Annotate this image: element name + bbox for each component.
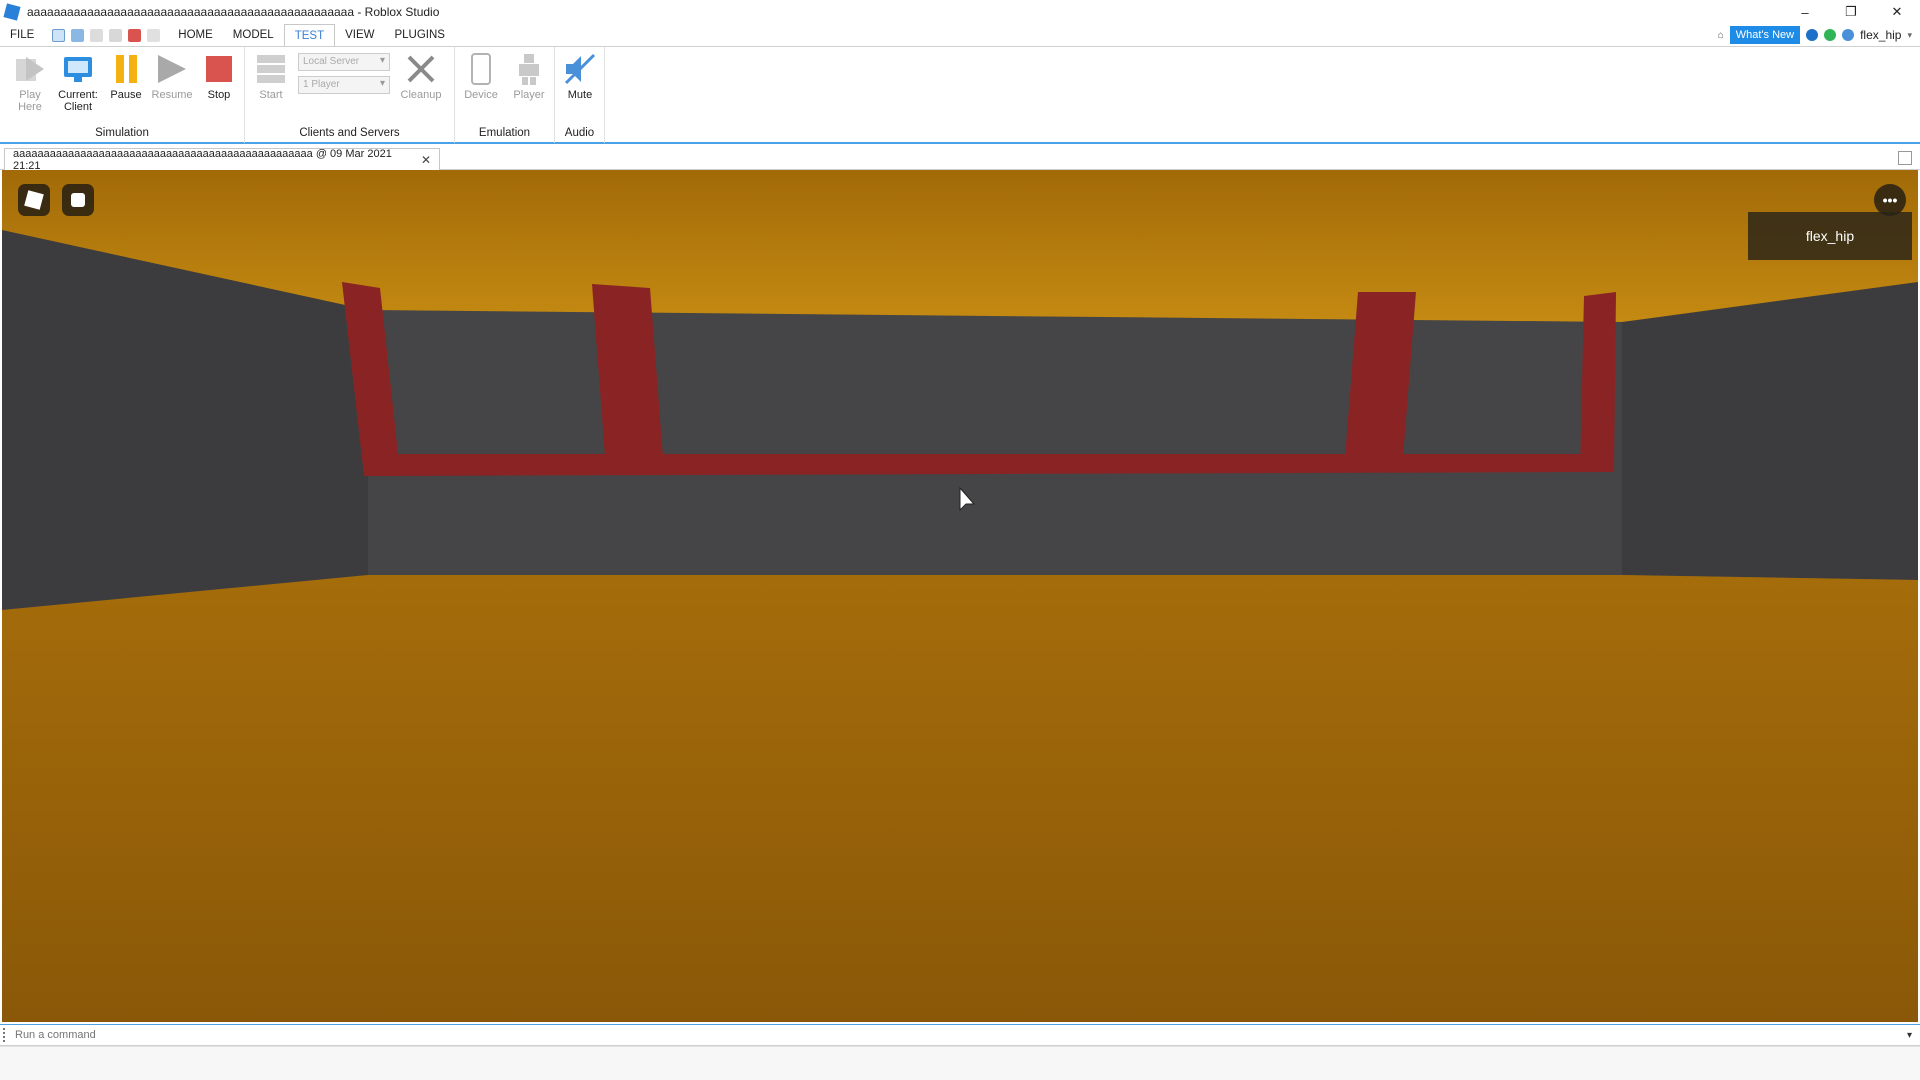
- menu-model[interactable]: MODEL: [223, 24, 284, 46]
- cleanup-label: Cleanup: [400, 89, 442, 101]
- mute-button[interactable]: Mute: [558, 51, 602, 101]
- clients-servers-group: Start Local Server 1 Player Cleanup Clie…: [245, 47, 455, 143]
- binoculars-icon[interactable]: [71, 28, 85, 42]
- menu-right-area: ⌂ What's New flex_hip ▾: [1718, 24, 1920, 46]
- undo-icon[interactable]: [147, 28, 161, 42]
- stop-small-icon[interactable]: [128, 28, 142, 42]
- status-icon[interactable]: [1824, 29, 1837, 41]
- right-wall: [1622, 282, 1918, 580]
- stop-label: Stop: [207, 89, 231, 101]
- username[interactable]: flex_hip: [1860, 28, 1901, 42]
- new-file-icon[interactable]: [52, 28, 66, 42]
- device-button[interactable]: Device: [459, 51, 503, 101]
- player-label: Player: [513, 89, 545, 101]
- ribbon: Play Here Current: Client Pause Resume S…: [0, 46, 1920, 144]
- close-tab-icon[interactable]: ✕: [421, 153, 431, 167]
- document-tab-label: aaaaaaaaaaaaaaaaaaaaaaaaaaaaaaaaaaaaaaaa…: [13, 147, 392, 172]
- window-title: aaaaaaaaaaaaaaaaaaaaaaaaaaaaaaaaaaaaaaaa…: [27, 5, 440, 19]
- pause-icon: [108, 51, 144, 87]
- menu-file[interactable]: FILE: [0, 24, 44, 46]
- current-client-label: Current:: [58, 89, 98, 101]
- audio-group-label: Audio: [564, 127, 595, 139]
- minimize-button[interactable]: –: [1782, 0, 1828, 24]
- player-icon: [511, 51, 547, 87]
- clients-servers-group-label: Clients and Servers: [299, 127, 400, 139]
- players-select[interactable]: 1 Player: [298, 76, 390, 94]
- quick-access-toolbar: [44, 28, 168, 42]
- chevron-down-icon[interactable]: ▾: [1907, 1030, 1912, 1041]
- maximize-button[interactable]: ❐: [1828, 0, 1874, 24]
- stop-button[interactable]: Stop: [197, 51, 241, 101]
- roblox-menu-icon[interactable]: [18, 184, 50, 216]
- pause-button[interactable]: Pause: [104, 51, 148, 101]
- mute-label: Mute: [567, 89, 593, 101]
- status-bar: [0, 1046, 1920, 1080]
- roblox-studio-logo-icon: [3, 3, 21, 21]
- play-here-icon: [12, 51, 48, 87]
- window-controls: – ❐ ✕: [1782, 0, 1920, 24]
- server-icon: [253, 51, 289, 87]
- start-button[interactable]: Start: [249, 51, 293, 101]
- simulation-group: Play Here Current: Client Pause Resume S…: [0, 47, 245, 143]
- emulation-group-label: Emulation: [478, 127, 531, 139]
- audio-group: Mute Audio: [555, 47, 605, 143]
- current-client-label-2: Client: [63, 101, 93, 113]
- collapse-ribbon-icon[interactable]: ⌂: [1718, 30, 1724, 41]
- back-wall: [368, 310, 1622, 575]
- help-icon[interactable]: [1806, 29, 1819, 41]
- title-bar: aaaaaaaaaaaaaaaaaaaaaaaaaaaaaaaaaaaaaaaa…: [0, 0, 1920, 24]
- server-select[interactable]: Local Server: [298, 53, 390, 71]
- game-viewport[interactable]: ••• flex_hip: [2, 170, 1918, 1022]
- close-window-button[interactable]: ✕: [1874, 0, 1920, 24]
- brick-pillar: [1580, 292, 1616, 472]
- floor: [2, 575, 1918, 1022]
- resume-icon: [154, 51, 190, 87]
- menu-test[interactable]: TEST: [283, 24, 336, 47]
- play-here-button[interactable]: Play Here: [8, 51, 52, 113]
- dock-restore-icon[interactable]: [1898, 151, 1912, 165]
- grip-handle-icon[interactable]: [3, 1028, 9, 1042]
- command-input[interactable]: [15, 1029, 1895, 1041]
- chat-icon[interactable]: [62, 184, 94, 216]
- resume-label: Resume: [151, 89, 193, 101]
- play-here-label: Play: [19, 89, 41, 101]
- document-tab[interactable]: aaaaaaaaaaaaaaaaaaaaaaaaaaaaaaaaaaaaaaaa…: [4, 147, 440, 172]
- whats-new-button[interactable]: What's New: [1729, 26, 1801, 44]
- pause-label: Pause: [110, 89, 142, 101]
- redo-icon[interactable]: [90, 28, 104, 42]
- monitor-icon: [60, 51, 96, 87]
- menu-bar: FILE HOME MODEL TEST VIEW PLUGINS ⌂ What…: [0, 24, 1920, 47]
- x-icon: [403, 51, 439, 87]
- chevron-down-icon[interactable]: ▾: [1907, 30, 1912, 41]
- device-icon: [463, 51, 499, 87]
- resume-button[interactable]: Resume: [150, 51, 194, 101]
- device-label: Device: [464, 89, 498, 101]
- play-here-label-2: Here: [18, 101, 42, 113]
- command-bar: ▾: [0, 1024, 1920, 1046]
- menu-view[interactable]: VIEW: [335, 24, 384, 46]
- scene-render: [2, 170, 1918, 1022]
- cleanup-button[interactable]: Cleanup: [399, 51, 443, 101]
- player-button[interactable]: Player: [507, 51, 551, 101]
- simulation-group-label: Simulation: [95, 127, 149, 139]
- speaker-muted-icon: [562, 51, 598, 87]
- menu-home[interactable]: HOME: [168, 24, 223, 46]
- stop-icon: [201, 51, 237, 87]
- publish-icon[interactable]: [109, 28, 123, 42]
- emulation-group: Device Player Emulation: [455, 47, 555, 143]
- share-icon[interactable]: [1842, 29, 1855, 41]
- player-list-entry[interactable]: flex_hip: [1748, 212, 1912, 260]
- start-label: Start: [259, 89, 283, 101]
- menu-plugins[interactable]: PLUGINS: [384, 24, 455, 46]
- document-tab-bar: aaaaaaaaaaaaaaaaaaaaaaaaaaaaaaaaaaaaaaaa…: [0, 146, 1920, 172]
- current-client-button[interactable]: Current: Client: [56, 51, 100, 113]
